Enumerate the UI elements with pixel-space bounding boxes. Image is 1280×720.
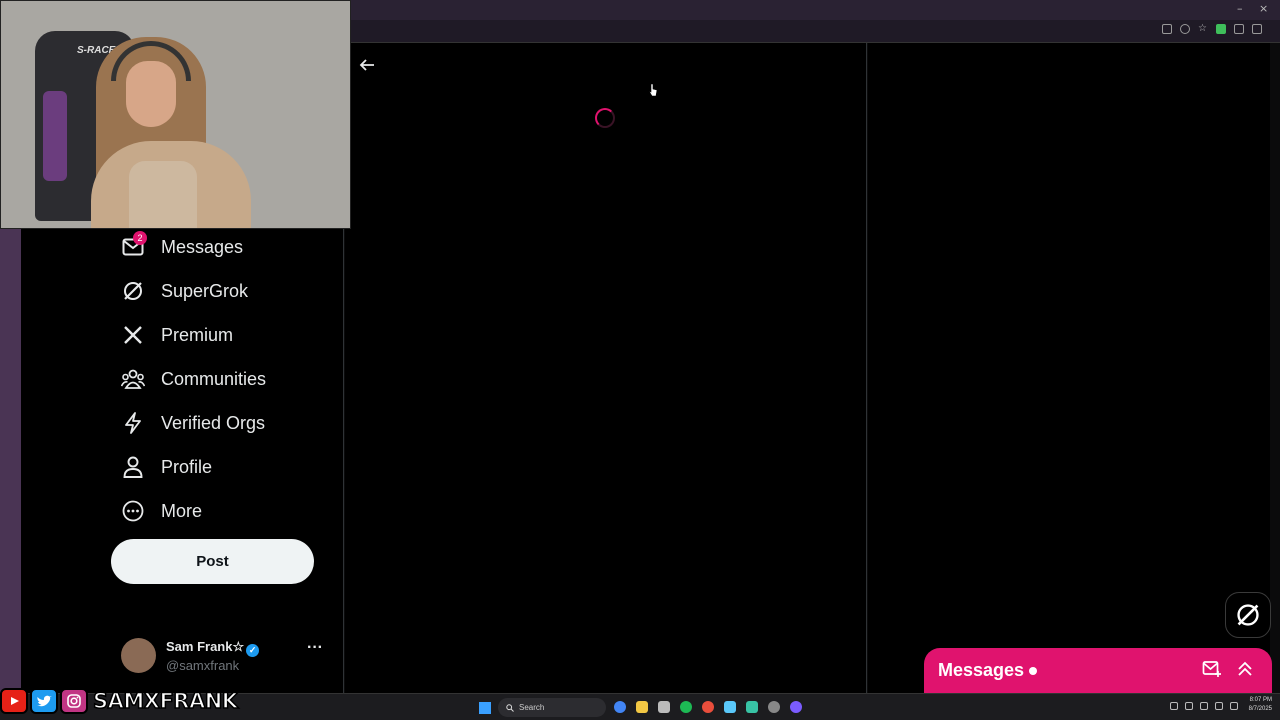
file-explorer-icon[interactable] xyxy=(636,701,648,713)
chrome-icon[interactable] xyxy=(614,701,626,713)
search-icon xyxy=(506,703,514,712)
verified-badge-icon: ✓ xyxy=(246,644,260,657)
tray-mic-icon[interactable] xyxy=(1200,702,1208,710)
right-column xyxy=(868,43,1270,693)
puzzle-icon[interactable] xyxy=(1234,24,1244,34)
extension-icon[interactable] xyxy=(1216,24,1226,34)
person-icon xyxy=(121,455,145,479)
post-button[interactable]: Post xyxy=(111,539,314,584)
sidebar-item-label: Verified Orgs xyxy=(161,412,266,433)
grok-button[interactable] xyxy=(1225,592,1271,638)
store-icon[interactable] xyxy=(658,701,670,713)
taskbar-date: 8/7/2025 xyxy=(1248,706,1272,712)
sidebar-item-verified-orgs[interactable]: Verified Orgs xyxy=(121,403,265,443)
sidebar-item-messages[interactable]: 2 Messages xyxy=(121,227,243,267)
sidebar-item-communities[interactable]: Communities xyxy=(121,359,266,399)
spotify-icon[interactable] xyxy=(680,701,692,713)
taskbar-search-text: Search xyxy=(519,703,545,712)
account-name: Sam Frank☆ ✓ xyxy=(166,639,260,657)
account-switcher[interactable]: Sam Frank☆ ✓ @samxfrank ··· xyxy=(121,633,331,677)
youtube-icon xyxy=(0,688,28,714)
sidebar-item-label: Profile xyxy=(161,456,213,477)
tray-volume-icon[interactable] xyxy=(1230,702,1238,710)
discord-icon[interactable] xyxy=(790,701,802,713)
star-icon[interactable]: ☆ xyxy=(1198,24,1208,34)
app-icon-2[interactable] xyxy=(746,701,758,713)
mouse-cursor-icon xyxy=(648,83,658,97)
social-handle: SAMXFRANK xyxy=(92,688,239,714)
sidepanel-icon[interactable] xyxy=(1252,24,1262,34)
unread-badge: 2 xyxy=(133,231,147,245)
messages-drawer-title: Messages xyxy=(938,660,1025,680)
avatar xyxy=(121,638,156,673)
taskbar-clock[interactable]: 8:07 PM 8/7/2025 xyxy=(1249,696,1272,714)
sidebar-item-label: SuperGrok xyxy=(161,280,249,301)
chevron-up-icon[interactable] xyxy=(1236,660,1254,683)
sidebar-item-label: More xyxy=(161,500,203,521)
screen-icon[interactable] xyxy=(1162,24,1172,34)
taskbar-search[interactable]: Search xyxy=(498,698,606,717)
account-more-icon[interactable]: ··· xyxy=(307,639,323,657)
account-handle: @samxfrank xyxy=(166,658,240,673)
new-message-icon[interactable] xyxy=(1202,660,1222,683)
twitter-icon xyxy=(30,688,58,714)
lightning-icon xyxy=(121,411,145,435)
app-icon[interactable] xyxy=(724,701,736,713)
account-name-text: Sam Frank☆ xyxy=(166,639,245,654)
minimize-icon[interactable]: – xyxy=(1237,2,1243,15)
x-logo-icon xyxy=(121,323,145,347)
chair-stripe xyxy=(43,91,67,181)
sidebar-item-profile[interactable]: Profile xyxy=(121,447,212,487)
instagram-icon xyxy=(60,688,88,714)
streamer-top xyxy=(129,161,197,228)
stream-social-overlay: SAMXFRANK xyxy=(0,686,239,716)
communities-icon xyxy=(121,367,145,391)
loading-spinner-icon xyxy=(595,108,615,128)
taskbar-time: 8:07 PM xyxy=(1249,697,1272,703)
more-circle-icon xyxy=(121,499,145,523)
tray-network-icon[interactable] xyxy=(1215,702,1223,710)
sidebar-item-label: Communities xyxy=(161,368,267,389)
grok-icon xyxy=(121,279,145,303)
unread-dot-icon xyxy=(1029,666,1038,675)
back-arrow-icon[interactable] xyxy=(359,57,379,77)
zoom-icon[interactable] xyxy=(1180,24,1190,34)
sidebar-item-more[interactable]: More xyxy=(121,491,202,531)
tray-chevron-icon[interactable] xyxy=(1170,702,1178,710)
sidebar-item-supergrok[interactable]: SuperGrok xyxy=(121,271,248,311)
tray-app-icon[interactable] xyxy=(1185,702,1193,710)
grok-icon xyxy=(1237,604,1259,626)
mail-icon: 2 xyxy=(121,231,147,259)
main-column xyxy=(345,43,867,693)
sidebar-item-premium[interactable]: Premium xyxy=(121,315,233,355)
close-icon[interactable]: × xyxy=(1259,2,1268,15)
sidebar-item-label: Premium xyxy=(161,324,234,345)
system-tray xyxy=(1170,702,1238,710)
sidebar-item-label: Messages xyxy=(161,236,244,257)
messages-drawer[interactable]: Messages xyxy=(924,648,1272,693)
windows-start-icon[interactable] xyxy=(479,702,491,714)
settings-icon[interactable] xyxy=(768,701,780,713)
webcam-overlay: S-RACER xyxy=(0,0,351,229)
browser-app-icon[interactable] xyxy=(702,701,714,713)
